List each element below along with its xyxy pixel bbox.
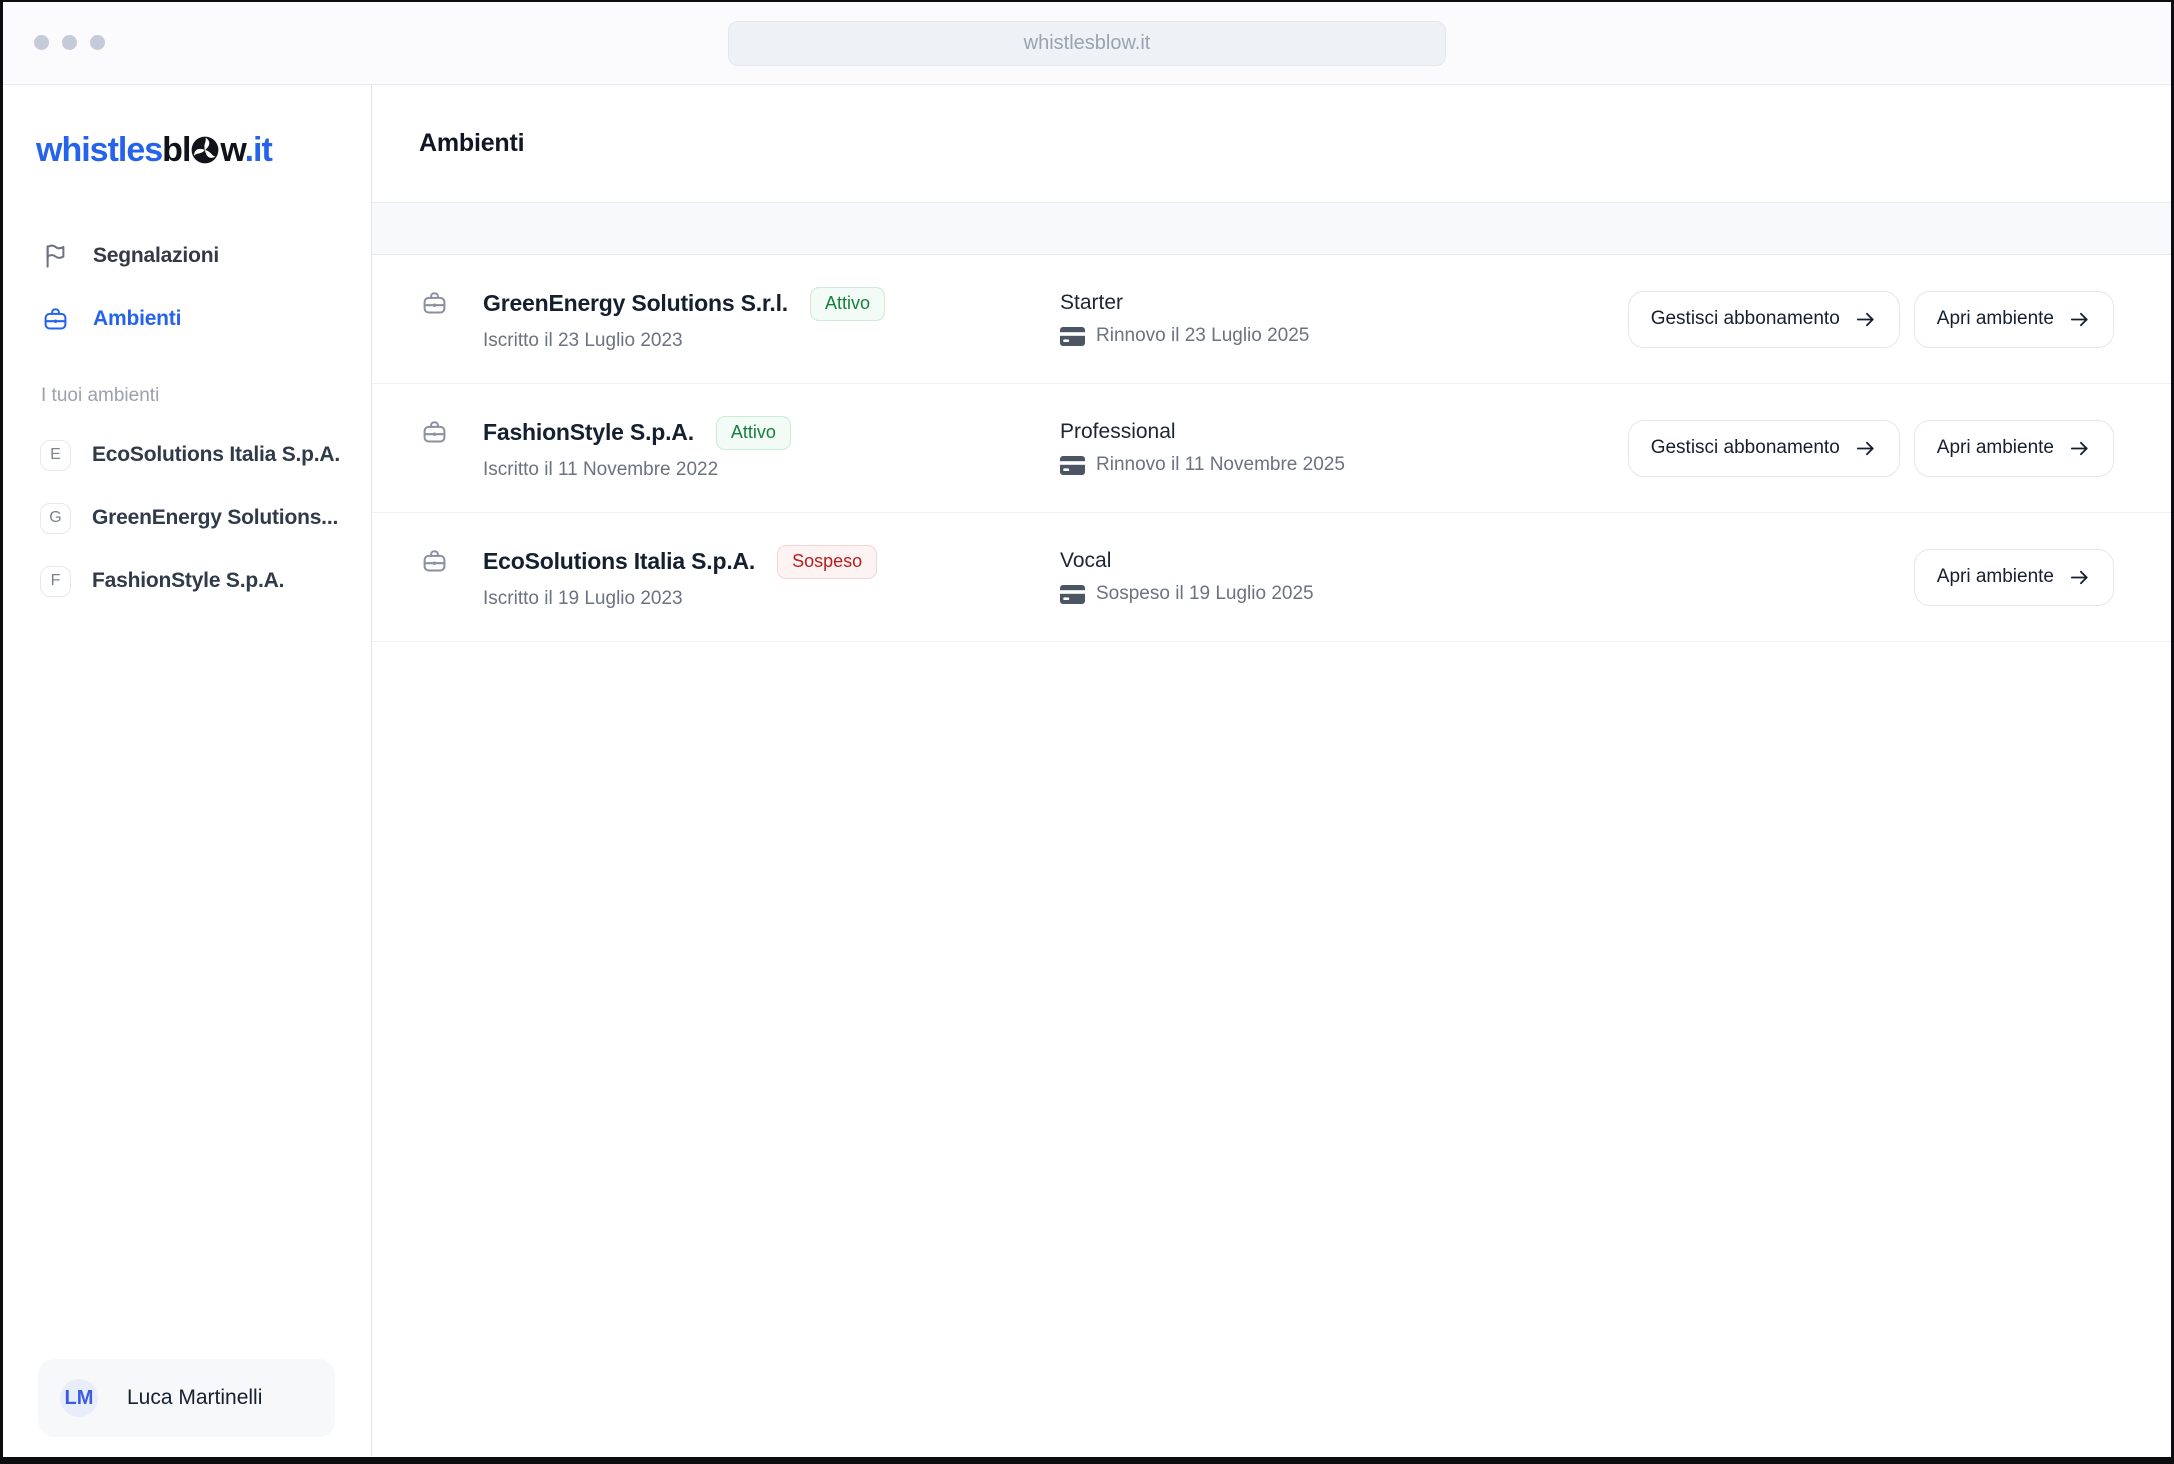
sidebar-item-ambienti[interactable]: Ambienti	[3, 297, 371, 341]
env-avatar: F	[40, 565, 71, 597]
credit-card-icon	[1060, 584, 1085, 604]
env-item-fashionstyle[interactable]: F FashionStyle S.p.A.	[3, 557, 371, 605]
page-title: Ambienti	[419, 129, 525, 157]
browser-topbar: whistlesblow.it	[3, 2, 2171, 85]
open-environment-button[interactable]: Apri ambiente	[1913, 548, 2114, 606]
logo-text-tld: .it	[244, 131, 273, 169]
flag-icon	[46, 244, 65, 268]
open-environment-button[interactable]: Apri ambiente	[1913, 290, 2114, 348]
company-name: EcoSolutions Italia S.p.A.	[483, 548, 756, 574]
briefcase-icon	[423, 292, 446, 314]
app-logo: whistlesbl w.it	[36, 131, 371, 171]
main-header: Ambienti	[372, 85, 2171, 202]
logo-text-blue: whistles	[36, 131, 163, 169]
button-label: Apri ambiente	[1936, 308, 2054, 329]
table-row: EcoSolutions Italia S.p.A. Sospeso Iscri…	[372, 513, 2171, 642]
table-row: GreenEnergy Solutions S.r.l. Attivo Iscr…	[372, 255, 2171, 384]
sidebar-item-label: Ambienti	[93, 307, 182, 330]
row-actions: Gestisci abbonamento Apri ambiente	[1627, 419, 2114, 477]
user-avatar: LM	[60, 1379, 98, 1417]
status-badge: Attivo	[809, 286, 886, 321]
arrow-right-icon	[1856, 441, 1874, 455]
row-actions: Apri ambiente	[1913, 548, 2114, 606]
button-label: Gestisci abbonamento	[1650, 308, 1840, 329]
open-environment-button[interactable]: Apri ambiente	[1913, 419, 2114, 477]
env-name: EcoSolutions Italia S.p.A.	[92, 443, 340, 466]
env-item-greenenergy[interactable]: G GreenEnergy Solutions...	[3, 494, 371, 542]
arrow-right-icon	[2070, 570, 2088, 584]
table-header-strip	[372, 202, 2171, 255]
pinwheel-icon	[191, 136, 219, 164]
env-item-ecosolutions[interactable]: E EcoSolutions Italia S.p.A.	[3, 431, 371, 479]
status-badge: Sospeso	[777, 544, 878, 579]
environments-list: E EcoSolutions Italia S.p.A. G GreenEner…	[3, 431, 371, 605]
sidebar-nav: Segnalazioni Ambienti	[3, 234, 371, 341]
user-card[interactable]: LM Luca Martinelli	[38, 1359, 335, 1437]
plan-cell: Vocal Sospeso il 19 Luglio 2025	[1053, 549, 1914, 605]
button-label: Apri ambiente	[1936, 437, 2054, 458]
arrow-right-icon	[2070, 441, 2088, 455]
credit-card-icon	[1060, 326, 1085, 346]
plan-name: Vocal	[1060, 549, 1112, 572]
address-bar[interactable]: whistlesblow.it	[728, 20, 1446, 66]
logo-text-dark: bl	[162, 131, 191, 169]
env-avatar: E	[40, 439, 71, 471]
window-close-button[interactable]	[34, 35, 49, 50]
row-actions: Gestisci abbonamento Apri ambiente	[1627, 290, 2114, 348]
arrow-right-icon	[1856, 312, 1874, 326]
plan-cell: Professional Rinnovo il 11 Novembre 2025	[1053, 420, 1628, 476]
plan-name: Starter	[1060, 291, 1124, 314]
renewal-date: Rinnovo il 23 Luglio 2025	[1096, 325, 1310, 346]
logo-text-dark2: w	[220, 131, 245, 169]
sidebar-item-label: Segnalazioni	[93, 244, 219, 267]
company-cell: GreenEnergy Solutions S.r.l. Attivo Iscr…	[421, 286, 1053, 352]
plan-name: Professional	[1060, 420, 1176, 443]
briefcase-icon	[423, 421, 446, 443]
window-controls	[34, 35, 105, 50]
user-name: Luca Martinelli	[127, 1386, 263, 1409]
button-label: Gestisci abbonamento	[1650, 437, 1840, 458]
environments-section-label: I tuoi ambienti	[41, 385, 160, 406]
table-row: FashionStyle S.p.A. Attivo Iscritto il 1…	[372, 384, 2171, 513]
browser-window: whistlesblow.it whistlesbl w.it Segnalazi…	[0, 0, 2174, 1464]
company-cell: FashionStyle S.p.A. Attivo Iscritto il 1…	[421, 415, 1053, 481]
company-name: GreenEnergy Solutions S.r.l.	[483, 290, 788, 316]
company-cell: EcoSolutions Italia S.p.A. Sospeso Iscri…	[421, 544, 1053, 610]
renewal-date: Sospeso il 19 Luglio 2025	[1096, 583, 1314, 604]
registered-date: Iscritto il 23 Luglio 2023	[483, 329, 683, 351]
arrow-right-icon	[2070, 312, 2088, 326]
renewal-date: Rinnovo il 11 Novembre 2025	[1096, 454, 1345, 475]
manage-subscription-button[interactable]: Gestisci abbonamento	[1627, 290, 1900, 348]
briefcase-icon	[44, 307, 67, 330]
address-bar-url: whistlesblow.it	[1023, 31, 1151, 54]
registered-date: Iscritto il 19 Luglio 2023	[483, 587, 683, 609]
briefcase-icon	[423, 550, 446, 572]
company-name: FashionStyle S.p.A.	[483, 419, 694, 445]
env-avatar: G	[40, 502, 71, 534]
sidebar-item-segnalazioni[interactable]: Segnalazioni	[3, 234, 371, 278]
sidebar: whistlesbl w.it Segnalazioni Ambienti I t…	[3, 85, 372, 1456]
credit-card-icon	[1060, 455, 1085, 475]
registered-date: Iscritto il 11 Novembre 2022	[483, 458, 719, 480]
window-minimize-button[interactable]	[62, 35, 77, 50]
env-name: GreenEnergy Solutions...	[92, 506, 339, 529]
status-badge: Attivo	[715, 415, 791, 450]
manage-subscription-button[interactable]: Gestisci abbonamento	[1627, 419, 1900, 477]
main-content: Ambienti GreenEnergy Solutions S.r.l. At…	[372, 85, 2171, 1456]
plan-cell: Starter Rinnovo il 23 Luglio 2025	[1053, 291, 1628, 347]
window-zoom-button[interactable]	[90, 35, 105, 50]
button-label: Apri ambiente	[1936, 566, 2054, 587]
env-name: FashionStyle S.p.A.	[92, 569, 285, 592]
